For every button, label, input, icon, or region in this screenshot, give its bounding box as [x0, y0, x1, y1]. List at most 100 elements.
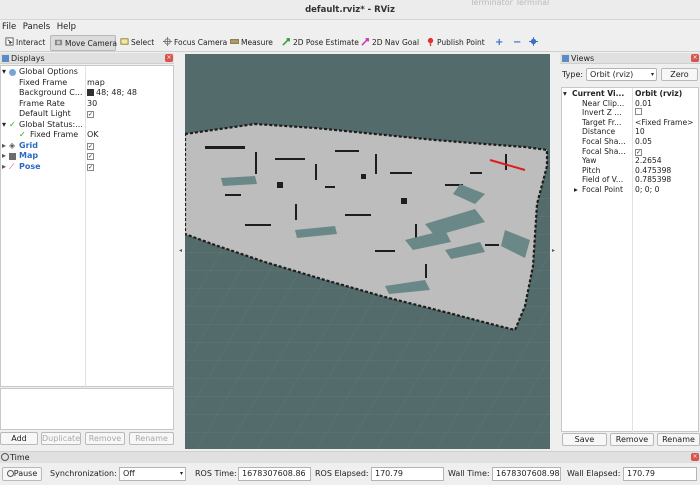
close-icon[interactable]: ×: [691, 54, 699, 62]
tree-row-focal-shape-size[interactable]: Focal Sha... 0.05: [562, 137, 700, 147]
wall-time-label: Wall Time:: [448, 469, 490, 478]
collapse-right-icon[interactable]: ▸: [552, 247, 555, 254]
rename-display-button[interactable]: Rename: [129, 432, 174, 445]
display-description-area: [0, 388, 174, 430]
displays-panel-title: Displays: [11, 54, 45, 63]
tree-row-map[interactable]: ▸ Map ✓: [1, 151, 173, 162]
expand-arrow-icon[interactable]: ▸: [574, 185, 578, 195]
tree-row-field-of-view[interactable]: Field of V... 0.785398: [562, 175, 700, 185]
view-properties-tree: ▾ Current Vi... Orbit (rviz) Near Clip..…: [561, 87, 700, 433]
close-icon[interactable]: ×: [691, 453, 699, 461]
tree-row-global-status[interactable]: ▾ ✓ Global Status:...: [1, 120, 173, 131]
close-icon[interactable]: ×: [165, 54, 173, 62]
nav-goal-tool[interactable]: 2D Nav Goal: [358, 35, 419, 51]
view-type-select[interactable]: Orbit (rviz) ▾: [586, 68, 657, 81]
window-title: default.rviz* - RViz: [305, 5, 395, 15]
tree-row-distance[interactable]: Distance 10: [562, 127, 700, 137]
sync-label: Synchronization:: [50, 469, 117, 478]
select-box-icon: [120, 38, 129, 45]
left-splitter[interactable]: ◂: [175, 54, 185, 449]
tree-row-focal-shape-fixed[interactable]: Focal Sha... ✓: [562, 147, 700, 157]
views-panel-title: Views: [571, 54, 595, 63]
tree-row-yaw[interactable]: Yaw 2.2654: [562, 156, 700, 166]
expand-arrow-icon[interactable]: ▾: [2, 120, 6, 131]
focus-camera-tool[interactable]: Focus Camera: [160, 35, 227, 51]
tree-row-grid[interactable]: ▸ ◈ Grid ✓: [1, 141, 173, 152]
time-panel-title: Time: [10, 453, 30, 462]
tree-row-frame-rate[interactable]: Frame Rate 30: [1, 99, 173, 110]
menu-help[interactable]: Help: [55, 20, 78, 34]
tool-properties-icon[interactable]: [526, 35, 540, 51]
window-titlebar: Terminator Terminal default.rviz* - RViz: [0, 0, 700, 20]
add-display-button[interactable]: Add: [0, 432, 38, 445]
expand-arrow-icon[interactable]: ▸: [2, 141, 6, 152]
expand-arrow-icon[interactable]: ▸: [2, 162, 6, 173]
publish-point-tool[interactable]: Publish Point: [423, 35, 485, 51]
map-checkbox[interactable]: ✓: [87, 153, 94, 160]
pose-checkbox[interactable]: ✓: [87, 163, 94, 171]
default-light-checkbox[interactable]: ✓: [87, 111, 94, 118]
displays-panel-icon: [2, 55, 9, 62]
ros-elapsed-label: ROS Elapsed:: [315, 469, 369, 478]
rename-view-button[interactable]: Rename: [657, 433, 700, 446]
chevron-down-icon: ▾: [650, 71, 654, 78]
remove-tool-icon[interactable]: −: [510, 35, 522, 51]
chevron-down-icon: ▾: [179, 470, 183, 477]
measure-tool[interactable]: Measure: [227, 35, 275, 51]
remove-view-button[interactable]: Remove: [610, 433, 654, 446]
tree-row-invert-z[interactable]: Invert Z ...: [562, 108, 700, 118]
color-swatch: [87, 89, 94, 96]
add-tool-icon[interactable]: +: [492, 35, 504, 51]
remove-display-button[interactable]: Remove: [85, 432, 125, 445]
select-tool[interactable]: Select: [117, 35, 157, 51]
check-icon: ✓: [19, 130, 26, 139]
wall-elapsed-field[interactable]: 170.79: [623, 467, 697, 481]
tree-row-global-options[interactable]: ▾ Global Options: [1, 67, 173, 78]
invert-z-checkbox[interactable]: [635, 108, 642, 116]
map-scene: [185, 54, 550, 449]
interact-tool[interactable]: Interact: [2, 35, 46, 51]
collapse-left-icon[interactable]: ◂: [179, 247, 182, 254]
pause-button[interactable]: Pause: [2, 467, 42, 481]
background-window-title: Terminator Terminal: [470, 0, 550, 7]
check-icon: ✓: [9, 119, 16, 129]
map-icon: [9, 153, 16, 160]
grid-checkbox[interactable]: ✓: [87, 142, 94, 150]
tree-row-pitch[interactable]: Pitch 0.475398: [562, 166, 700, 176]
wall-time-field[interactable]: 1678307608.98: [492, 467, 561, 481]
menu-panels[interactable]: Panels: [21, 20, 52, 34]
views-button-row: Save Remove Rename: [560, 433, 700, 447]
map-pin-icon: [427, 37, 434, 46]
expand-arrow-icon[interactable]: ▾: [563, 89, 567, 99]
sync-select[interactable]: Off ▾: [119, 467, 186, 481]
focal-shape-checkbox[interactable]: ✓: [635, 148, 642, 156]
tree-row-pose[interactable]: ▸ ⟋ Pose ✓: [1, 162, 173, 173]
magenta-arrow-icon: [361, 38, 369, 46]
zero-button[interactable]: Zero: [661, 68, 698, 81]
ros-elapsed-field[interactable]: 170.79: [371, 467, 444, 481]
right-splitter[interactable]: ▸: [550, 54, 560, 449]
tree-row-background-color[interactable]: Background C... 48; 48; 48: [1, 88, 173, 99]
tree-row-target-frame[interactable]: Target Fr... <Fixed Frame>: [562, 118, 700, 128]
view-type-label: Type:: [562, 70, 584, 79]
tree-row-current-view[interactable]: ▾ Current Vi... Orbit (rviz): [562, 89, 700, 99]
tree-row-default-light[interactable]: Default Light ✓: [1, 109, 173, 120]
menu-file[interactable]: File: [0, 20, 18, 34]
tree-row-focal-point[interactable]: ▸ Focal Point 0; 0; 0: [562, 185, 700, 195]
wall-elapsed-label: Wall Elapsed:: [567, 469, 621, 478]
duplicate-display-button[interactable]: Duplicate: [41, 432, 81, 445]
pose-estimate-tool[interactable]: 2D Pose Estimate: [279, 35, 359, 51]
ros-time-field[interactable]: 1678307608.86: [238, 467, 311, 481]
views-panel-header: Views ×: [560, 53, 700, 64]
tree-row-fixed-frame[interactable]: Fixed Frame map: [1, 78, 173, 89]
tree-row-fixed-frame-status[interactable]: ✓ Fixed Frame OK: [1, 130, 173, 141]
expand-arrow-icon[interactable]: ▸: [2, 151, 6, 162]
expand-arrow-icon[interactable]: ▾: [2, 67, 6, 78]
move-camera-tool[interactable]: Move Camera: [50, 35, 117, 51]
camera-move-icon: [54, 39, 63, 46]
ruler-icon: [230, 39, 239, 44]
save-view-button[interactable]: Save: [562, 433, 607, 446]
displays-tree: ▾ Global Options Fixed Frame map Backgro…: [0, 65, 174, 388]
tree-row-near-clip[interactable]: Near Clip... 0.01: [562, 99, 700, 109]
render-viewport[interactable]: [185, 54, 550, 449]
